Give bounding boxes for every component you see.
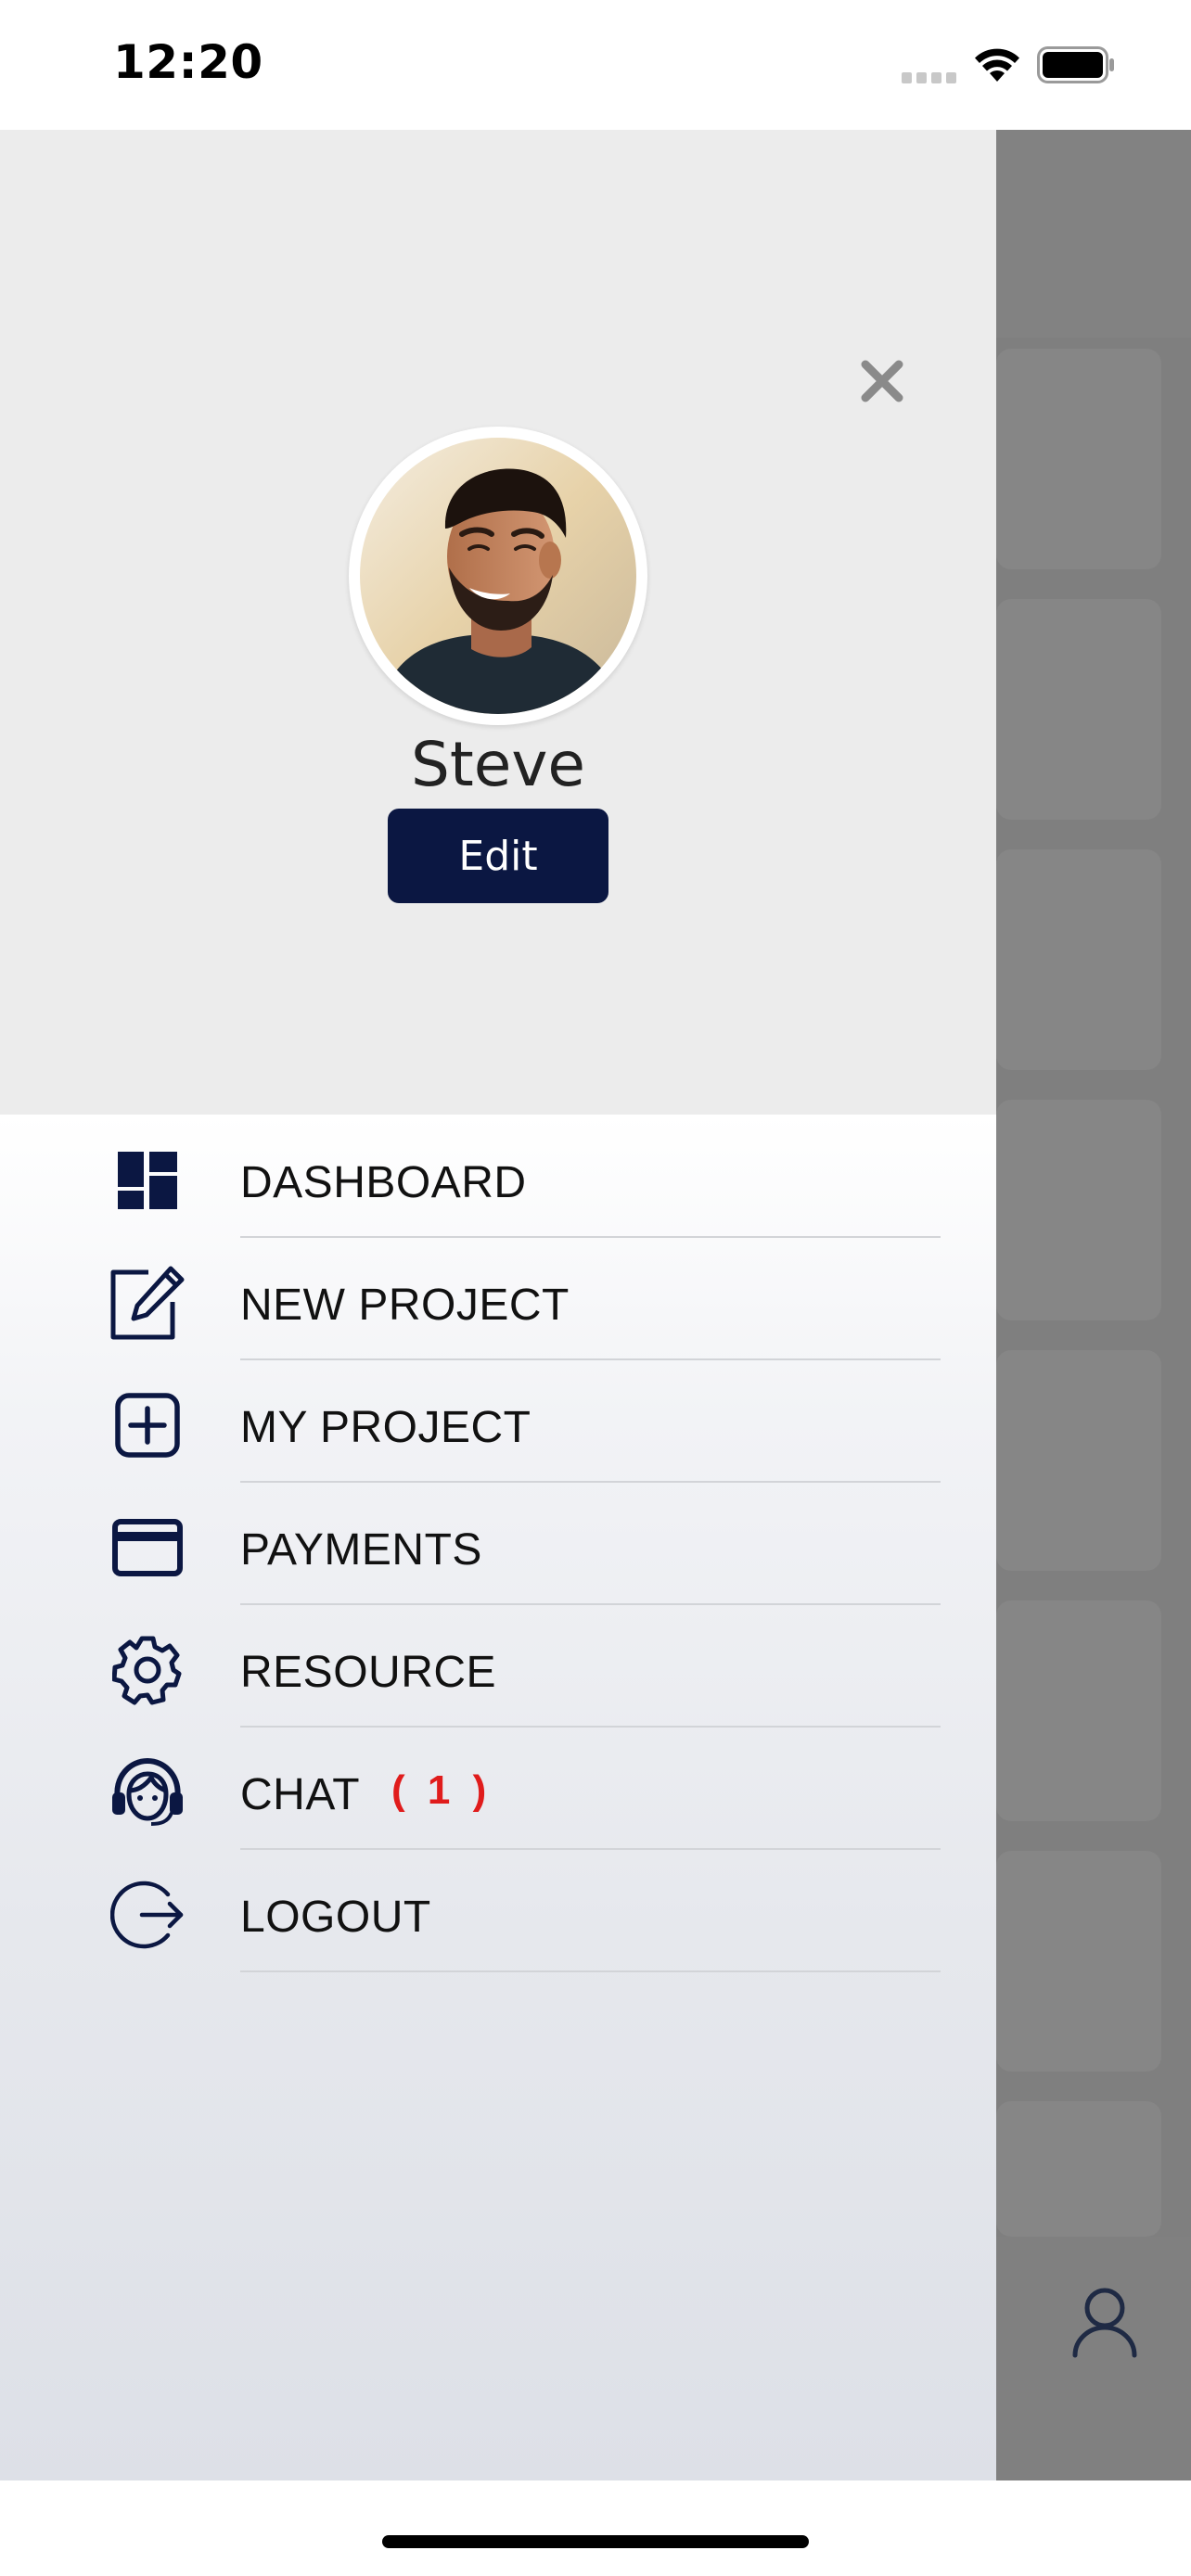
status-time: 12:20 [113, 35, 263, 89]
menu-item-label: CHAT [240, 1770, 361, 1819]
background-card [996, 1851, 1161, 2072]
avatar[interactable] [349, 427, 647, 725]
profile-photo [360, 438, 636, 714]
menu-item-my-project[interactable]: MY PROJECT [0, 1359, 996, 1483]
drawer-profile-header: Steve Edit [0, 130, 996, 1115]
menu-divider [240, 1970, 941, 1972]
menu-item-label: RESOURCE [240, 1648, 497, 1697]
menu-item-label: NEW PROJECT [240, 1281, 570, 1330]
menu-item-label: DASHBOARD [240, 1158, 527, 1207]
close-icon [861, 360, 903, 402]
logout-icon [106, 1873, 189, 1957]
dashboard-icon [106, 1139, 189, 1222]
close-button[interactable] [853, 352, 911, 410]
background-tab-bar [996, 2237, 1191, 2480]
user-name: Steve [410, 729, 586, 800]
side-drawer: Steve Edit DASHBOARD NEW PROJECT MY PROJ… [0, 130, 996, 2480]
drawer-menu: DASHBOARD NEW PROJECT MY PROJECT PAYMENT… [0, 1115, 996, 2480]
menu-item-logout[interactable]: LOGOUT [0, 1849, 996, 1972]
background-card [996, 1600, 1161, 1821]
menu-item-new-project[interactable]: NEW PROJECT [0, 1237, 996, 1360]
menu-item-label: MY PROJECT [240, 1403, 531, 1452]
menu-item-label: PAYMENTS [240, 1525, 482, 1575]
home-indicator[interactable] [382, 2535, 809, 2548]
signal-dots-icon [902, 72, 956, 83]
credit-card-icon [106, 1506, 189, 1589]
menu-item-label: LOGOUT [240, 1893, 431, 1942]
status-bar: 12:20 [0, 0, 1191, 130]
gear-icon [106, 1628, 189, 1712]
battery-full-icon [1037, 46, 1114, 83]
support-agent-icon [106, 1751, 189, 1834]
background-card [996, 349, 1161, 569]
menu-item-dashboard[interactable]: DASHBOARD [0, 1115, 996, 1238]
edit-profile-button[interactable]: Edit [388, 809, 608, 903]
background-card [996, 849, 1161, 1070]
home-indicator-area [0, 2480, 1191, 2576]
unread-count-badge: ( 1 ) [391, 1767, 493, 1813]
background-card [996, 1350, 1161, 1571]
menu-item-chat[interactable]: CHAT ( 1 ) [0, 1727, 996, 1850]
plus-square-icon [106, 1384, 189, 1467]
background-app-overlay[interactable] [996, 130, 1191, 2480]
wifi-icon [975, 48, 1019, 82]
background-app-header [996, 130, 1191, 338]
background-card [996, 599, 1161, 820]
background-card [996, 2101, 1161, 2237]
menu-item-payments[interactable]: PAYMENTS [0, 1482, 996, 1605]
menu-item-resource[interactable]: RESOURCE [0, 1604, 996, 1728]
edit-square-icon [106, 1261, 189, 1345]
background-card [996, 1100, 1161, 1320]
app-screen: 12:20 Steve Edit DASHBOARD NEW PROJECT M… [0, 0, 1191, 2576]
user-icon [1072, 2288, 1137, 2358]
